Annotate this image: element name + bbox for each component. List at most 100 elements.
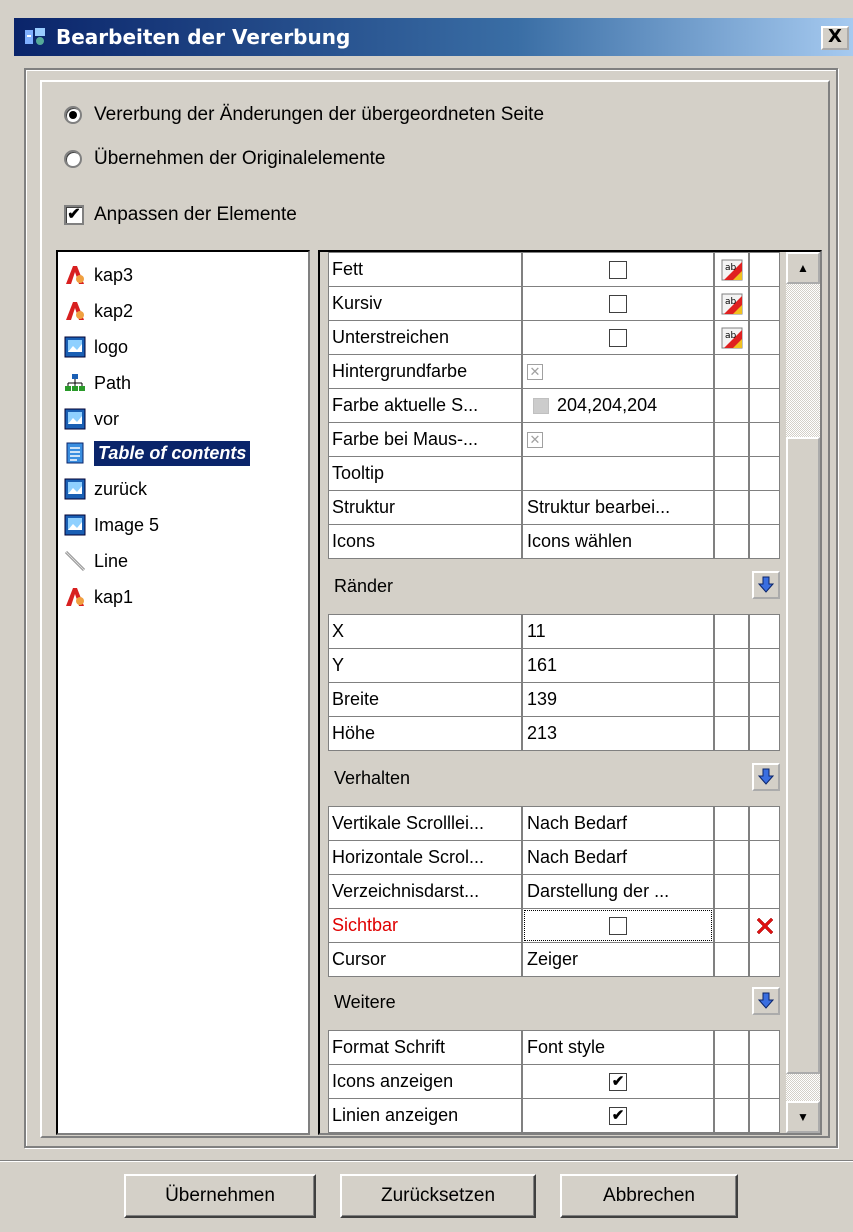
tree-item-path[interactable]: Path	[64, 368, 131, 398]
radio-inherit[interactable]	[64, 106, 82, 124]
sichtbar-checkbox[interactable]	[609, 916, 627, 935]
property-value[interactable]: ✔	[522, 1098, 714, 1133]
tree-item-kap3[interactable]: kap3	[64, 260, 133, 290]
close-button[interactable]: X	[821, 26, 849, 50]
property-value[interactable]: Struktur bearbei...	[522, 490, 714, 525]
property-reset-cell	[749, 354, 780, 389]
property-row-vertical-scroll[interactable]: Vertikale Scrolllei... Nach Bedarf	[328, 806, 780, 841]
tree-item-zurueck[interactable]: zurück	[64, 474, 147, 504]
scroll-down-button[interactable]: ▼	[786, 1101, 820, 1133]
property-value[interactable]: Darstellung der ...	[522, 874, 714, 909]
tree-item-line[interactable]: Line	[64, 546, 128, 576]
property-row-farbe-aktuelle[interactable]: Farbe aktuelle S... 204,204,204	[328, 388, 780, 423]
tree-item-table-of-contents[interactable]: Table of contents	[64, 438, 251, 468]
property-value[interactable]: Nach Bedarf	[522, 806, 714, 841]
property-value[interactable]: 139	[522, 682, 714, 717]
property-name: Icons	[328, 524, 522, 559]
property-reset-cell[interactable]	[749, 908, 780, 943]
property-value[interactable]: Nach Bedarf	[522, 840, 714, 875]
property-value[interactable]	[522, 456, 714, 491]
property-row-y[interactable]: Y 161	[328, 648, 780, 683]
property-row-horizontal-scroll[interactable]: Horizontale Scrol... Nach Bedarf	[328, 840, 780, 875]
fett-checkbox[interactable]	[609, 260, 627, 279]
property-name: Icons anzeigen	[328, 1064, 522, 1099]
radio-original-label: Übernehmen der Originalelemente	[94, 148, 386, 169]
property-flag-cell[interactable]: ab	[714, 286, 749, 321]
property-name: Unterstreichen	[328, 320, 522, 355]
property-row-unterstreichen[interactable]: Unterstreichen ab	[328, 320, 780, 355]
property-row-cursor[interactable]: Cursor Zeiger	[328, 942, 780, 977]
apply-button[interactable]: Übernehmen	[124, 1174, 316, 1218]
kursiv-checkbox[interactable]	[609, 294, 627, 313]
property-row-tooltip[interactable]: Tooltip	[328, 456, 780, 491]
property-row-kursiv[interactable]: Kursiv ab	[328, 286, 780, 321]
property-flag-cell[interactable]: ab	[714, 252, 749, 287]
radio-original[interactable]	[64, 150, 82, 168]
property-value[interactable]: ✕	[522, 422, 714, 457]
property-value[interactable]: 161	[522, 648, 714, 683]
property-grid[interactable]: Fett ab Kursiv ab Unterstreichen ab Hint…	[318, 250, 822, 1135]
arrow-down-icon: ▼	[797, 1110, 809, 1124]
property-value[interactable]	[522, 286, 714, 321]
image-icon	[64, 478, 86, 500]
button-icon	[64, 264, 86, 286]
reset-button[interactable]: Zurücksetzen	[340, 1174, 536, 1218]
property-row-struktur[interactable]: Struktur Struktur bearbei...	[328, 490, 780, 525]
property-value[interactable]: ✕	[522, 354, 714, 389]
property-reset-cell	[749, 422, 780, 457]
property-value[interactable]: Zeiger	[522, 942, 714, 977]
property-name: Struktur	[328, 490, 522, 525]
property-value[interactable]: Icons wählen	[522, 524, 714, 559]
property-reset-cell	[749, 252, 780, 287]
tree-item-label: Table of contents	[94, 440, 251, 466]
property-row-fett[interactable]: Fett ab	[328, 252, 780, 287]
property-row-linien-anzeigen[interactable]: Linien anzeigen ✔	[328, 1098, 780, 1133]
tree-item-kap1[interactable]: kap1	[64, 582, 133, 612]
font-icon: ab	[721, 327, 742, 348]
checkbox-option-customize[interactable]: ✔ Anpassen der Elemente	[64, 204, 297, 226]
property-reset-cell	[749, 806, 780, 841]
font-icon: ab	[721, 259, 742, 280]
tree-item-logo[interactable]: logo	[64, 332, 128, 362]
scroll-thumb[interactable]	[786, 437, 820, 1074]
collapse-button[interactable]	[752, 987, 780, 1015]
property-value[interactable]: 204,204,204	[522, 388, 714, 423]
element-tree[interactable]: kap3 kap2 logo Path vor Table of content…	[56, 250, 310, 1135]
radio-option-original[interactable]: Übernehmen der Originalelemente	[64, 148, 386, 170]
property-row-hoehe[interactable]: Höhe 213	[328, 716, 780, 751]
property-value[interactable]: Font style	[522, 1030, 714, 1065]
property-row-directory-display[interactable]: Verzeichnisdarst... Darstellung der ...	[328, 874, 780, 909]
radio-option-inherit[interactable]: Vererbung der Änderungen der übergeordne…	[64, 104, 544, 126]
property-row-format-schrift[interactable]: Format Schrift Font style	[328, 1030, 780, 1065]
checkbox-customize[interactable]: ✔	[64, 205, 84, 225]
property-row-icons-anzeigen[interactable]: Icons anzeigen ✔	[328, 1064, 780, 1099]
property-flag-cell[interactable]: ab	[714, 320, 749, 355]
reset-x-icon[interactable]	[754, 915, 776, 937]
property-value[interactable]	[522, 908, 714, 943]
property-row-icons[interactable]: Icons Icons wählen	[328, 524, 780, 559]
property-row-farbe-maus[interactable]: Farbe bei Maus-... ✕	[328, 422, 780, 457]
cancel-button[interactable]: Abbrechen	[560, 1174, 738, 1218]
tree-item-vor[interactable]: vor	[64, 404, 119, 434]
unterstreichen-checkbox[interactable]	[609, 328, 627, 347]
collapse-button[interactable]	[752, 571, 780, 599]
property-value[interactable]: 11	[522, 614, 714, 649]
property-row-x[interactable]: X 11	[328, 614, 780, 649]
property-value[interactable]: ✔	[522, 1064, 714, 1099]
linien-anzeigen-checkbox[interactable]: ✔	[609, 1106, 627, 1125]
property-value[interactable]: 213	[522, 716, 714, 751]
property-row-hintergrundfarbe[interactable]: Hintergrundfarbe ✕	[328, 354, 780, 389]
collapse-button[interactable]	[752, 763, 780, 791]
property-row-breite[interactable]: Breite 139	[328, 682, 780, 717]
icons-anzeigen-checkbox[interactable]: ✔	[609, 1072, 627, 1091]
tree-item-kap2[interactable]: kap2	[64, 296, 133, 326]
property-name: Kursiv	[328, 286, 522, 321]
property-reset-cell	[749, 456, 780, 491]
property-row-sichtbar[interactable]: Sichtbar	[328, 908, 780, 943]
tree-item-image-5[interactable]: Image 5	[64, 510, 159, 540]
property-value[interactable]	[522, 252, 714, 287]
scroll-up-button[interactable]: ▲	[786, 252, 820, 284]
sitemap-icon	[64, 372, 86, 394]
property-value[interactable]	[522, 320, 714, 355]
vertical-scrollbar[interactable]: ▲ ▼	[786, 252, 820, 1133]
